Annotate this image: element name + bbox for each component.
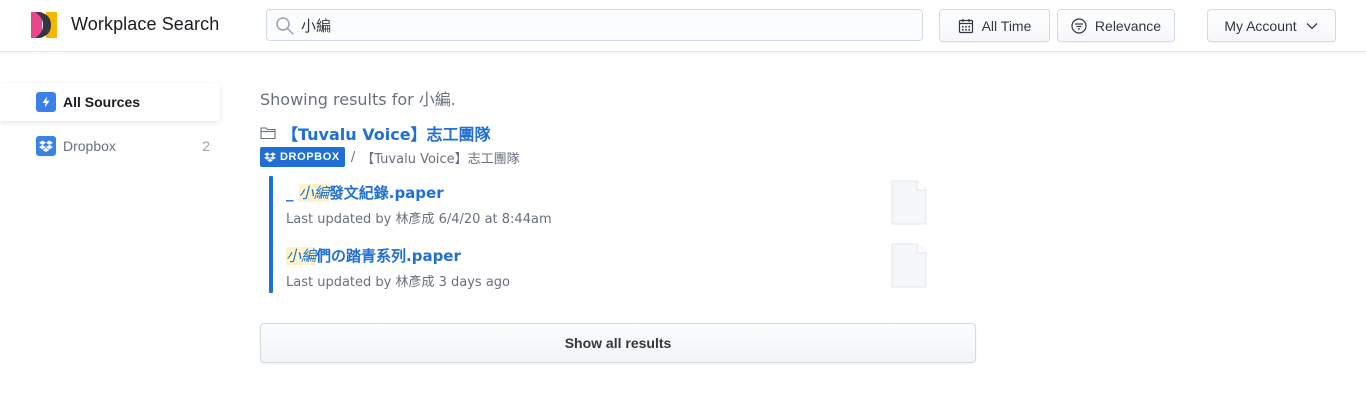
dropbox-icon bbox=[36, 136, 56, 156]
result-item[interactable]: 小編們の踏青系列.paper Last updated by 林彥成 3 day… bbox=[286, 245, 510, 290]
chevron-down-icon bbox=[1306, 22, 1318, 29]
app-title: Workplace Search bbox=[71, 14, 220, 34]
source-count: 2 bbox=[202, 138, 210, 154]
account-menu-button[interactable]: My Account bbox=[1207, 9, 1336, 42]
time-filter-label: All Time bbox=[981, 17, 1032, 34]
result-group-header: 【Tuvalu Voice】志工團隊 bbox=[260, 121, 491, 145]
result-meta: Last updated by 林彥成 6/4/20 at 8:44am bbox=[286, 212, 552, 227]
result-title-rest: 們の踏青系列.paper bbox=[316, 247, 461, 265]
result-title-link[interactable]: 小編們の踏青系列.paper bbox=[286, 245, 510, 266]
document-thumbnail-icon[interactable] bbox=[891, 180, 927, 225]
result-title-highlight: 小編 bbox=[298, 184, 329, 202]
results-prefix: Showing results for bbox=[260, 90, 414, 109]
top-header: Workplace Search All Time Relevance My A… bbox=[0, 0, 1366, 52]
result-title-rest: 發文紀錄.paper bbox=[328, 184, 444, 202]
results-group-bar bbox=[269, 176, 273, 293]
breadcrumb-path[interactable]: 【Tuvalu Voice】志工團隊 bbox=[361, 148, 519, 167]
results-suffix: . bbox=[450, 90, 456, 109]
search-box[interactable] bbox=[266, 9, 923, 41]
sidebar-item-label: Dropbox bbox=[63, 138, 116, 154]
sidebar-item-dropbox[interactable]: Dropbox 2 bbox=[36, 136, 212, 156]
breadcrumb-separator: / bbox=[350, 149, 356, 165]
account-label: My Account bbox=[1224, 17, 1297, 34]
calendar-icon bbox=[958, 18, 973, 33]
results-query: 小編 bbox=[418, 90, 451, 109]
result-item[interactable]: _ 小編發文紀錄.paper Last updated by 林彥成 6/4/2… bbox=[286, 182, 552, 227]
folder-title-link[interactable]: 【Tuvalu Voice】志工團隊 bbox=[282, 121, 491, 145]
source-badge-label: DROPBOX bbox=[280, 151, 340, 163]
sort-label: Relevance bbox=[1094, 17, 1162, 34]
results-summary: Showing results for 小編. bbox=[260, 86, 456, 110]
result-title-highlight: 小編 bbox=[286, 247, 317, 265]
filter-circle-icon bbox=[1071, 17, 1087, 34]
dropbox-source-badge[interactable]: DROPBOX bbox=[260, 147, 345, 167]
result-title-prefix: _ bbox=[286, 184, 299, 202]
show-all-results-button[interactable]: Show all results bbox=[260, 323, 976, 363]
time-filter-button[interactable]: All Time bbox=[939, 9, 1050, 42]
search-icon bbox=[276, 17, 294, 35]
sidebar-item-all-sources[interactable]: All Sources bbox=[36, 92, 140, 112]
result-title-link[interactable]: _ 小編發文紀錄.paper bbox=[286, 182, 552, 203]
dropbox-icon bbox=[264, 152, 276, 162]
sidebar-item-label: All Sources bbox=[63, 94, 141, 110]
search-input[interactable] bbox=[301, 10, 911, 40]
sort-button[interactable]: Relevance bbox=[1057, 9, 1175, 42]
workplace-search-logo[interactable] bbox=[29, 10, 59, 40]
lightning-icon bbox=[36, 92, 56, 112]
document-thumbnail-icon[interactable] bbox=[891, 243, 927, 288]
result-meta: Last updated by 林彥成 3 days ago bbox=[286, 275, 511, 290]
folder-icon bbox=[260, 127, 276, 140]
source-breadcrumb: DROPBOX / 【Tuvalu Voice】志工團隊 bbox=[260, 147, 520, 167]
